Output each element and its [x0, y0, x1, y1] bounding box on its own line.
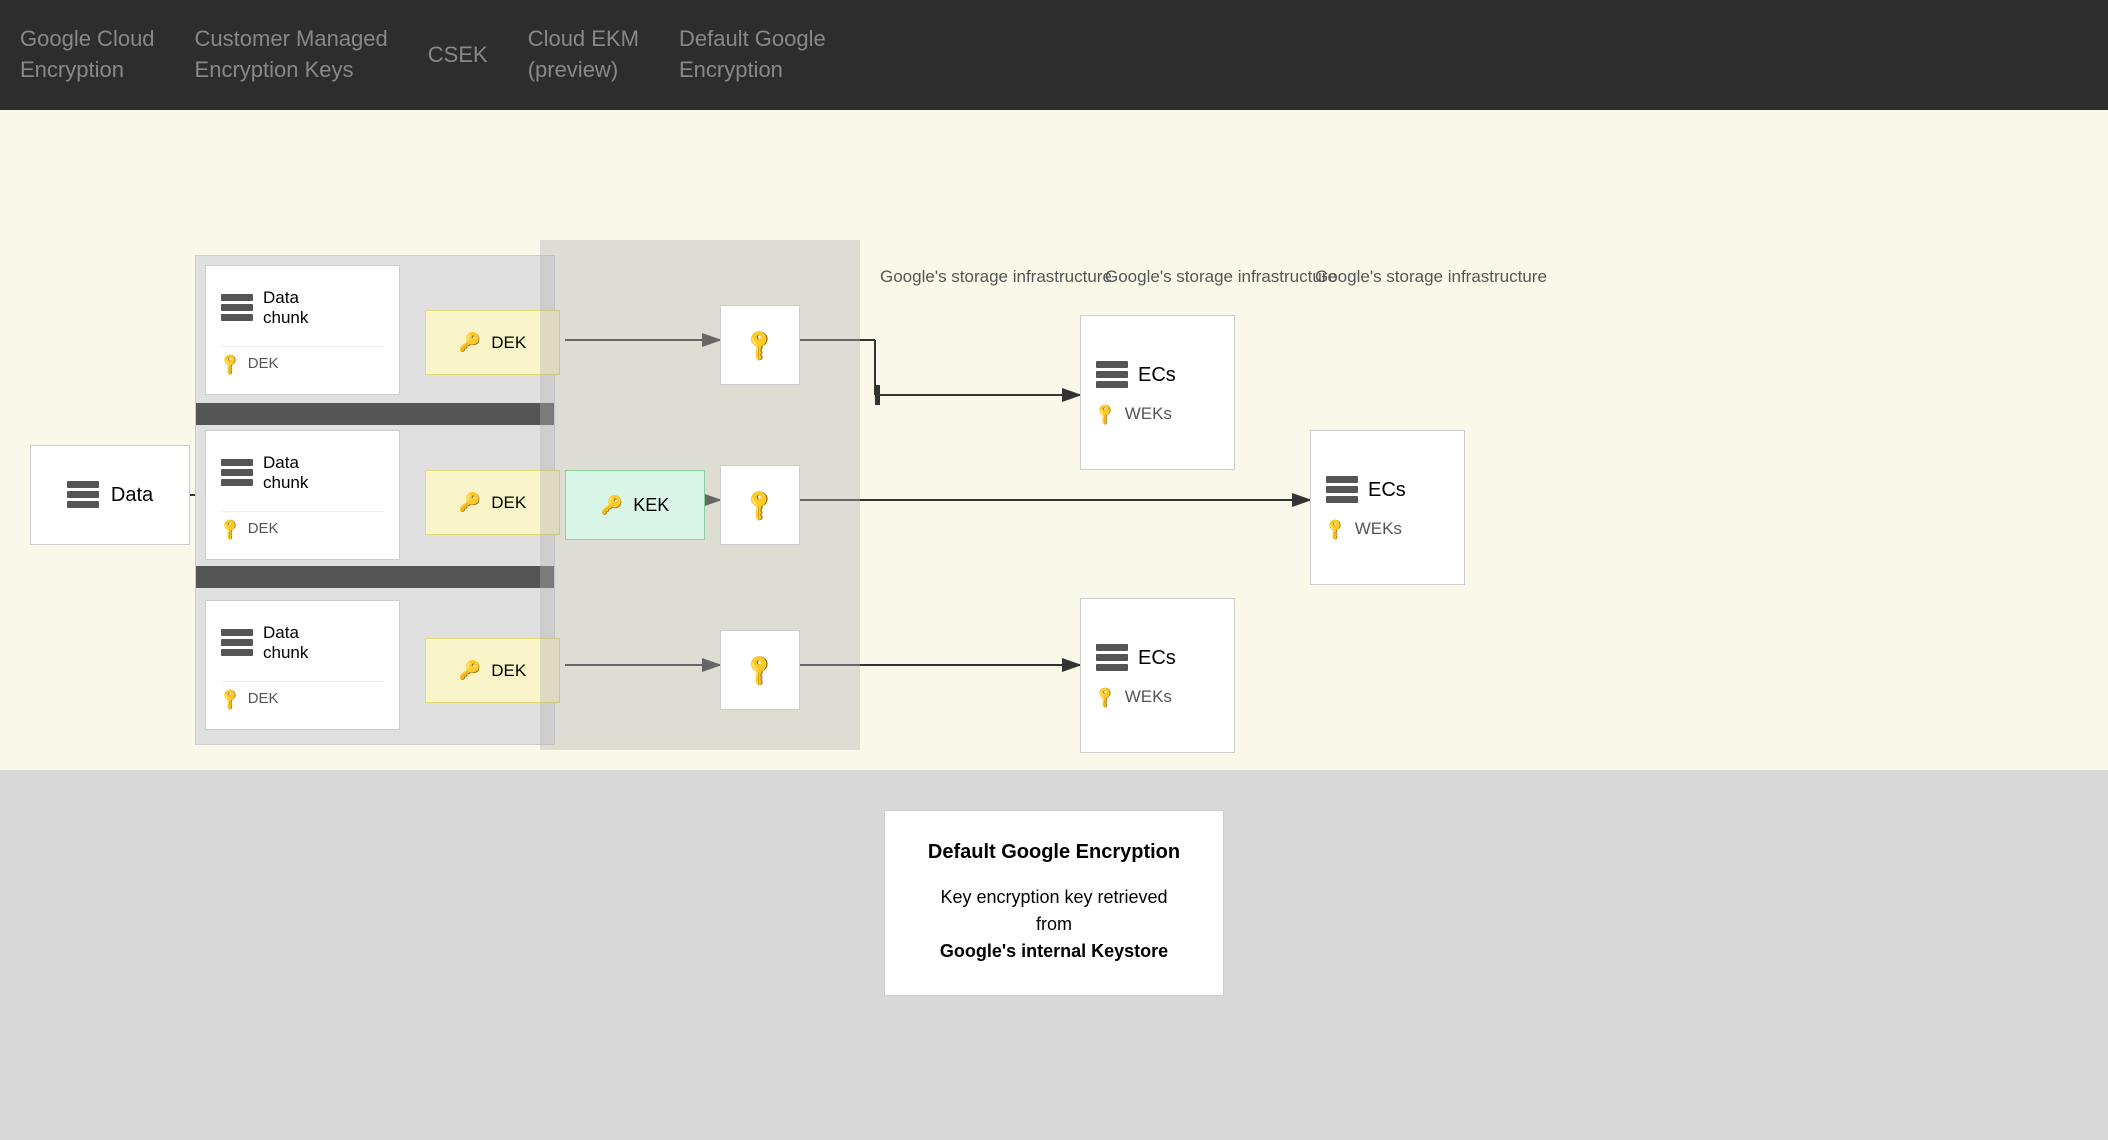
storage-box-3: ECs 🔑 WEKs — [1080, 598, 1235, 753]
chunk-1-box: Datachunk 🔑 DEK — [205, 265, 400, 395]
server-icon-ec3 — [1096, 644, 1128, 672]
storage-box-2: ECs 🔑 WEKs — [1310, 430, 1465, 585]
ec1-label: ECs — [1138, 364, 1176, 387]
key-icon-box1: 🔑 — [741, 326, 779, 364]
key-icon-box2: 🔑 — [741, 486, 779, 524]
chunk3-dek: DEK — [248, 690, 279, 707]
tab-text-4: Cloud EKM(preview) — [528, 24, 639, 86]
server-icon — [67, 481, 99, 509]
key-icon-wek1: 🔑 — [1092, 401, 1118, 427]
key-icon-chunk3: 🔑 — [217, 686, 243, 712]
kek-label: KEK — [633, 495, 669, 516]
chunk-3-box: Datachunk 🔑 DEK — [205, 600, 400, 730]
wek2-label: WEKs — [1355, 519, 1402, 539]
server-icon-ec1 — [1096, 361, 1128, 389]
wek1-label: WEKs — [1125, 404, 1172, 424]
diagram-wrapper: Data Datachunk 🔑 DEK — [0, 110, 2108, 770]
key-icon-wek2: 🔑 — [1322, 516, 1348, 542]
chunk-divider-2 — [196, 566, 554, 588]
main-diagram-area: Data Datachunk 🔑 DEK — [0, 110, 2108, 770]
chunk2-dek: DEK — [248, 520, 279, 537]
storage-box-1: ECs 🔑 WEKs — [1080, 315, 1235, 470]
legend-title: Default Google Encryption — [925, 841, 1183, 864]
server-icon-chunk1 — [221, 294, 253, 322]
key-box-2: 🔑 — [720, 465, 800, 545]
key-icon-box3: 🔑 — [741, 651, 779, 689]
wek3-label: WEKs — [1125, 687, 1172, 707]
key-icon-wek3: 🔑 — [1092, 684, 1118, 710]
tab-text-1: Google CloudEncryption — [20, 24, 155, 86]
ec3-label: ECs — [1138, 647, 1176, 670]
tab-text-5: Default GoogleEncryption — [679, 24, 826, 86]
key-box-3: 🔑 — [720, 630, 800, 710]
key-icon-dek1: 🔑 — [459, 332, 481, 353]
legend-keystore-text: Google's internal Keystore — [940, 941, 1168, 961]
chunk3-title: Datachunk — [263, 623, 308, 663]
data-label: Data — [111, 484, 153, 507]
server-icon-ec2 — [1326, 476, 1358, 504]
server-icon-chunk3 — [221, 629, 253, 657]
bottom-area: Default Google Encryption Key encryption… — [0, 770, 2108, 1140]
key-icon-dek3: 🔑 — [459, 660, 481, 681]
key-box-1: 🔑 — [720, 305, 800, 385]
infra-label-2: Google's storage infrastructure — [1105, 265, 1337, 289]
dek3-label: DEK — [491, 661, 526, 681]
top-bar: Google CloudEncryption Customer ManagedE… — [0, 0, 2108, 110]
tab-text-3: CSEK — [428, 40, 488, 71]
dek2-label: DEK — [491, 493, 526, 513]
server-icon-chunk2 — [221, 459, 253, 487]
chunk-2-box: Datachunk 🔑 DEK — [205, 430, 400, 560]
chunk-divider-1 — [196, 403, 554, 425]
key-icon-chunk2: 🔑 — [217, 516, 243, 542]
legend-box: Default Google Encryption Key encryption… — [884, 810, 1224, 996]
tab-text-2: Customer ManagedEncryption Keys — [195, 24, 388, 86]
infra-label-3: Google's storage infrastructure — [1315, 265, 1547, 289]
key-icon-chunk1: 🔑 — [217, 351, 243, 377]
kek-box: 🔑 KEK — [565, 470, 705, 540]
infra-label-1: Google's storage infrastructure — [880, 265, 1112, 289]
dek1-label: DEK — [491, 333, 526, 353]
chunk2-title: Datachunk — [263, 453, 308, 493]
legend-description: Key encryption key retrieved fromGoogle'… — [925, 884, 1183, 965]
data-box: Data — [30, 445, 190, 545]
key-icon-kek: 🔑 — [601, 495, 623, 516]
ec2-label: ECs — [1368, 479, 1406, 502]
chunk1-title: Datachunk — [263, 288, 308, 328]
chunk1-dek: DEK — [248, 355, 279, 372]
key-icon-dek2: 🔑 — [459, 492, 481, 513]
